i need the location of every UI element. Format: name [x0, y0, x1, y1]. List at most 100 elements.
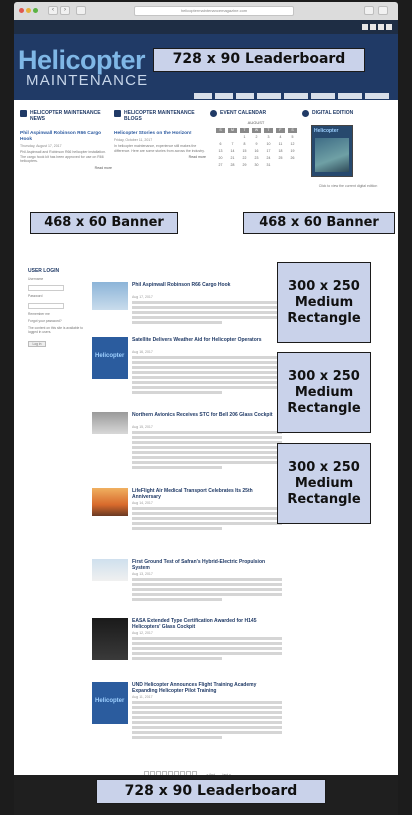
nav-item[interactable]	[194, 93, 212, 99]
calendar-day[interactable]: 20	[216, 156, 225, 161]
calendar-day[interactable]: 12	[288, 142, 297, 147]
calendar-day[interactable]: 22	[240, 156, 249, 161]
nav-item[interactable]	[338, 93, 362, 99]
medium-rectangle-ad-3[interactable]: 300 x 250 Medium Rectangle	[277, 443, 371, 524]
calendar-day[interactable]: 25	[276, 156, 285, 161]
calendar-day[interactable]: 30	[252, 163, 261, 168]
calendar-day[interactable]: 21	[228, 156, 237, 161]
calendar-day[interactable]: 4	[276, 135, 285, 140]
twitter-icon[interactable]	[370, 24, 376, 30]
facebook-icon[interactable]	[362, 24, 368, 30]
calendar-day[interactable]: 6	[216, 142, 225, 147]
screenshot-frame: ‹ › helicoptermaintenancemagazine.com He…	[0, 0, 412, 815]
banner-ad-right[interactable]: 468 x 60 Banner	[243, 212, 395, 234]
forward-arrow-icon[interactable]: ›	[60, 6, 70, 15]
article-thumbnail[interactable]	[92, 488, 128, 516]
article-date: Aug 11, 2017	[132, 695, 153, 699]
leaderboard-ad-bottom[interactable]: 728 x 90 Leaderboard	[96, 779, 326, 804]
nav-item[interactable]	[365, 93, 389, 99]
calendar-day[interactable]: 9	[252, 142, 261, 147]
digital-edition-cover[interactable]: Helicopter	[311, 125, 353, 177]
calendar-day[interactable]: 11	[276, 142, 285, 147]
calendar-day[interactable]: 31	[264, 163, 273, 168]
article-title-link[interactable]: LifeFlight Air Medical Transport Celebra…	[132, 488, 282, 500]
article-title-link[interactable]: UND Helicopter Announces Flight Training…	[132, 682, 282, 694]
news-read-more-link[interactable]: Read more	[20, 166, 112, 170]
text-line	[132, 311, 282, 314]
calendar-day[interactable]: 3	[264, 135, 273, 140]
login-button[interactable]: Log in	[28, 340, 46, 347]
blogs-read-more-link[interactable]: Read more	[114, 155, 206, 159]
login-button-label: Log in	[32, 341, 42, 346]
calendar-day[interactable]: 24	[264, 156, 273, 161]
nav-item[interactable]	[311, 93, 335, 99]
calendar-day[interactable]: 27	[216, 163, 225, 168]
tabs-icon[interactable]	[378, 6, 388, 15]
calendar-day[interactable]: 15	[240, 149, 249, 154]
cover-title: Helicopter	[314, 128, 339, 134]
nav-item[interactable]	[236, 93, 254, 99]
calendar-day[interactable]: 10	[264, 142, 273, 147]
leaderboard-ad-top[interactable]: 728 x 90 Leaderboard	[153, 48, 365, 72]
nav-item[interactable]	[257, 93, 281, 99]
calendar-day[interactable]: 7	[228, 142, 237, 147]
article-title-link[interactable]: Phil Aspinwall Robinson R66 Cargo Hook	[132, 282, 282, 288]
feed-item: Helicopter Satellite Delivers Weather Aid…	[90, 337, 282, 399]
calendar-day[interactable]: 19	[288, 149, 297, 154]
calendar-day[interactable]: 2	[252, 135, 261, 140]
article-thumbnail[interactable]	[92, 559, 128, 581]
banner-ad-left[interactable]: 468 x 60 Banner	[30, 212, 178, 234]
news-title-link[interactable]: Phil Aspinwall Robinson R66 Cargo Hook	[20, 131, 112, 143]
article-title-link[interactable]: EASA Extended Type Certification Awarded…	[132, 618, 282, 630]
article-thumbnail[interactable]: Helicopter	[92, 682, 128, 724]
calendar-day[interactable]: 18	[276, 149, 285, 154]
calendar-day	[276, 163, 285, 168]
article-excerpt	[132, 507, 282, 532]
article-title-link[interactable]: Satellite Delivers Weather Aid for Helic…	[132, 337, 282, 343]
feed-item: Helicopter UND Helicopter Announces Fligh…	[90, 682, 282, 744]
article-thumbnail[interactable]	[92, 618, 128, 660]
article-date: Aug 14, 2017	[132, 501, 153, 505]
back-arrow-icon[interactable]: ‹	[48, 6, 58, 15]
article-thumbnail[interactable]	[92, 282, 128, 310]
rss-icon[interactable]	[386, 24, 392, 30]
calendar-day[interactable]: 17	[264, 149, 273, 154]
share-icon[interactable]	[364, 6, 374, 15]
calendar-day[interactable]: 29	[240, 163, 249, 168]
text-line	[132, 721, 282, 724]
calendar-day[interactable]: 1	[240, 135, 249, 140]
text-line	[132, 386, 282, 389]
password-input[interactable]	[28, 302, 64, 309]
nav-item[interactable]	[215, 93, 233, 99]
text-line	[132, 578, 282, 581]
nav-item[interactable]	[284, 93, 308, 99]
minimize-window-icon[interactable]	[26, 8, 31, 13]
maximize-window-icon[interactable]	[33, 8, 38, 13]
article-title-link[interactable]: Northern Avionics Receives STC for Bell …	[132, 412, 282, 418]
site-logo[interactable]: Helicopter MAINTENANCE	[18, 47, 158, 89]
close-window-icon[interactable]	[19, 8, 24, 13]
calendar-day[interactable]: 23	[252, 156, 261, 161]
medium-rectangle-ad-1[interactable]: 300 x 250 Medium Rectangle	[277, 262, 371, 343]
username-input[interactable]	[28, 285, 64, 292]
calendar-day[interactable]: 8	[240, 142, 249, 147]
text-line	[132, 446, 282, 449]
news-heading-label: HELICOPTER MAINTENANCE NEWS	[30, 110, 101, 122]
calendar-day[interactable]: 28	[228, 163, 237, 168]
calendar-day[interactable]: 14	[228, 149, 237, 154]
article-thumbnail[interactable]: Helicopter	[92, 337, 128, 379]
medium-rectangle-ad-2[interactable]: 300 x 250 Medium Rectangle	[277, 352, 371, 433]
linkedin-icon[interactable]	[378, 24, 384, 30]
forgot-password-link[interactable]: Forgot your password?	[28, 319, 88, 323]
remember-me-checkbox[interactable]: Remember me	[28, 312, 88, 316]
calendar-day[interactable]: 26	[288, 156, 297, 161]
pagination: « first last »	[144, 763, 264, 777]
calendar-day[interactable]: 16	[252, 149, 261, 154]
blogs-title-link[interactable]: Helicopter Stories on the Horizon!	[114, 131, 206, 137]
article-title-link[interactable]: First Ground Test of Safran's Hybrid-Ele…	[132, 559, 282, 571]
address-bar[interactable]: helicoptermaintenancemagazine.com	[134, 6, 294, 16]
calendar-day[interactable]: 13	[216, 149, 225, 154]
calendar-day[interactable]: 5	[288, 135, 297, 140]
sidebar-toggle-icon[interactable]	[76, 6, 86, 15]
article-thumbnail[interactable]	[92, 412, 128, 434]
